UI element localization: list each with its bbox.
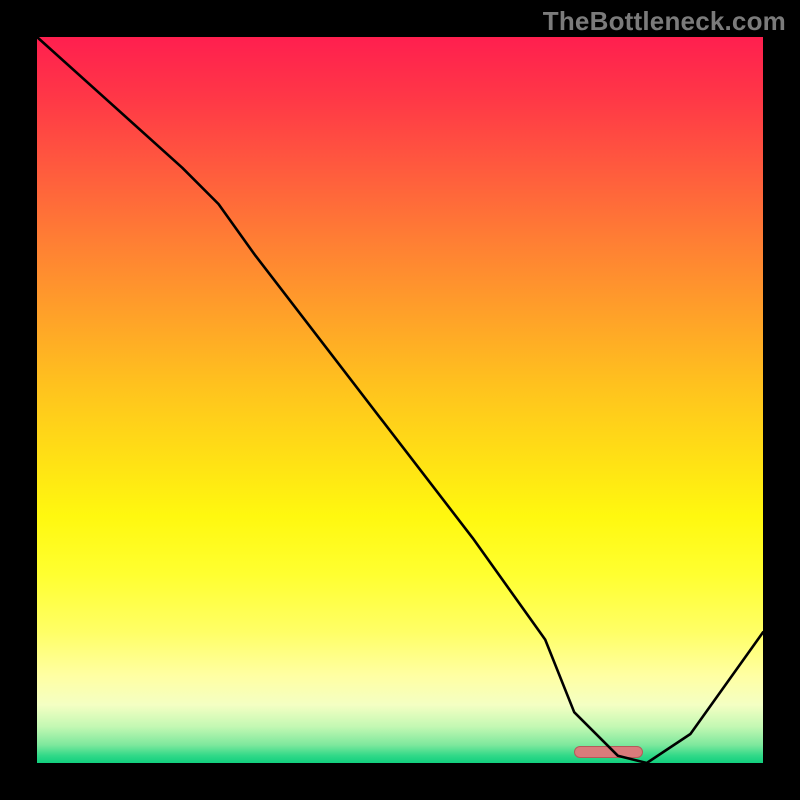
chart-stage: TheBottleneck.com: [0, 0, 800, 800]
plot-area: [37, 37, 763, 763]
line-curve: [37, 37, 763, 763]
watermark-text: TheBottleneck.com: [543, 6, 786, 37]
